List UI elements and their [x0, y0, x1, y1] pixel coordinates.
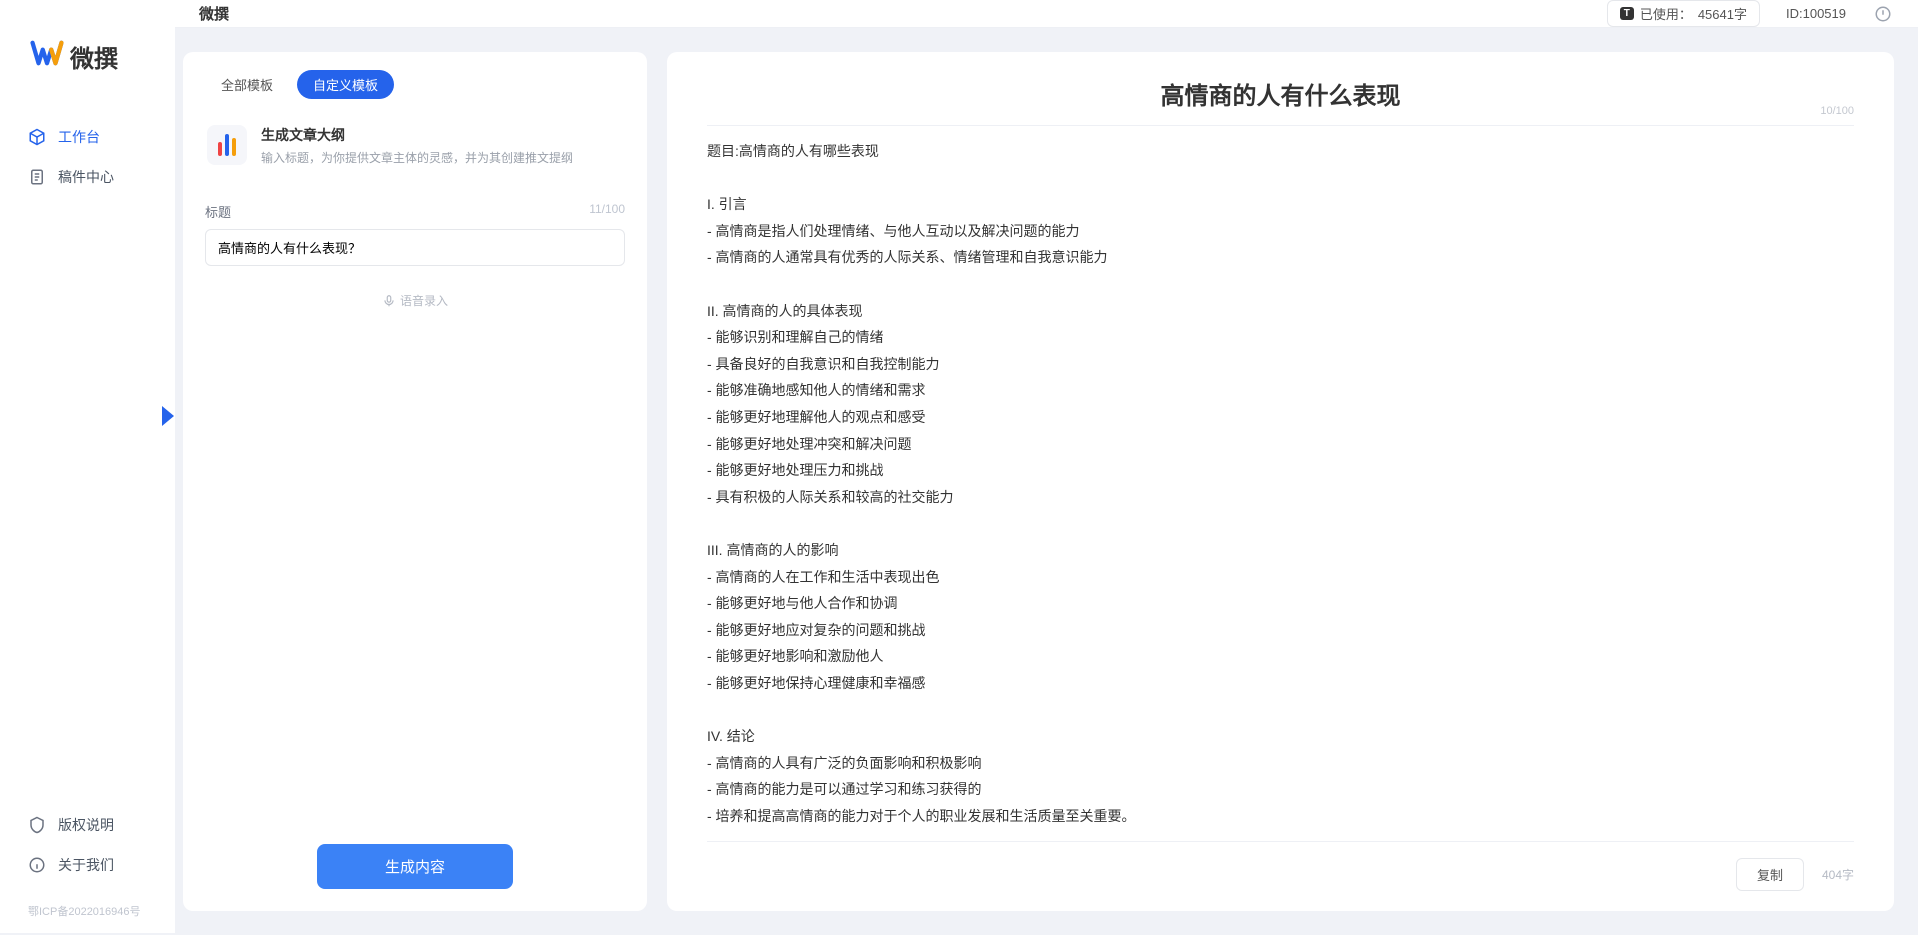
sidebar-item-drafts[interactable]: 稿件中心	[20, 157, 155, 197]
text-badge-icon: T	[1620, 7, 1634, 20]
template-tabs: 全部模板 自定义模板	[205, 70, 625, 99]
title-field: 标题 11/100	[205, 202, 625, 266]
usage-indicator[interactable]: T 已使用： 45641字	[1607, 0, 1760, 27]
sidebar-item-label: 工作台	[58, 127, 100, 147]
template-icon	[207, 125, 247, 165]
brand-name: 微撰	[70, 39, 118, 74]
usage-prefix: 已使用：	[1640, 4, 1692, 23]
microphone-icon	[382, 294, 396, 308]
template-card[interactable]: 生成文章大纲 输入标题，为你提供文章主体的灵感，并为其创建推文提纲	[205, 119, 625, 184]
sidebar-bottom: 版权说明 关于我们	[0, 805, 175, 895]
topbar-right: T 已使用： 45641字 ID:100519	[1607, 0, 1894, 27]
sidebar-item-copyright[interactable]: 版权说明	[20, 805, 155, 845]
usage-value: 45641字	[1698, 4, 1747, 23]
user-id: ID:100519	[1786, 6, 1846, 21]
logo-mark-icon	[30, 36, 64, 77]
output-heading-row: 高情商的人有什么表现 10/100	[707, 76, 1854, 126]
copy-button[interactable]: 复制	[1736, 858, 1804, 891]
output-body: 题目:高情商的人有哪些表现 I. 引言 - 高情商是指人们处理情绪、与他人互动以…	[707, 138, 1854, 829]
title-input[interactable]	[205, 229, 625, 266]
field-label: 标题	[205, 202, 231, 221]
template-info: 生成文章大纲 输入标题，为你提供文章主体的灵感，并为其创建推文提纲	[261, 125, 573, 166]
shield-icon	[28, 816, 46, 834]
output-panel: 高情商的人有什么表现 10/100 题目:高情商的人有哪些表现 I. 引言 - …	[667, 52, 1894, 911]
sidebar-item-about[interactable]: 关于我们	[20, 845, 155, 885]
template-title: 生成文章大纲	[261, 125, 573, 145]
page-title: 微撰	[199, 3, 229, 24]
generate-button[interactable]: 生成内容	[317, 844, 513, 889]
voice-input-button[interactable]: 语音录入	[205, 292, 625, 309]
output-top-count: 10/100	[1820, 105, 1854, 117]
sidebar-nav: 工作台 稿件中心	[0, 117, 175, 805]
collapse-handle-icon[interactable]	[162, 406, 174, 426]
bars-icon	[218, 134, 236, 156]
tab-all-templates[interactable]: 全部模板	[205, 70, 289, 99]
cube-icon	[28, 128, 46, 146]
voice-hint-label: 语音录入	[400, 292, 448, 309]
icp-text: 鄂ICP备2022016946号	[0, 895, 175, 933]
topbar: 微撰 T 已使用： 45641字 ID:100519	[175, 0, 1918, 28]
output-word-count: 404字	[1822, 866, 1854, 883]
output-title: 高情商的人有什么表现	[707, 76, 1854, 111]
sidebar-item-label: 版权说明	[58, 815, 114, 835]
sidebar: 微撰 工作台 稿件中心 版权说明	[0, 0, 175, 933]
input-panel: 全部模板 自定义模板 生成文章大纲 输入标题，为你提供文章主体的灵感，并为其创建…	[183, 52, 647, 911]
sidebar-item-workbench[interactable]: 工作台	[20, 117, 155, 157]
template-desc: 输入标题，为你提供文章主体的灵感，并为其创建推文提纲	[261, 149, 573, 166]
brand-logo[interactable]: 微撰	[0, 36, 175, 117]
field-char-count: 11/100	[589, 202, 625, 221]
sidebar-item-label: 稿件中心	[58, 167, 114, 187]
main: 微撰 T 已使用： 45641字 ID:100519 全部	[175, 0, 1918, 933]
document-icon	[28, 168, 46, 186]
tab-custom-templates[interactable]: 自定义模板	[297, 70, 394, 99]
sidebar-item-label: 关于我们	[58, 855, 114, 875]
power-button[interactable]	[1872, 3, 1894, 25]
info-icon	[28, 856, 46, 874]
workspace: 全部模板 自定义模板 生成文章大纲 输入标题，为你提供文章主体的灵感，并为其创建…	[175, 28, 1918, 935]
output-footer: 复制 404字	[707, 841, 1854, 891]
